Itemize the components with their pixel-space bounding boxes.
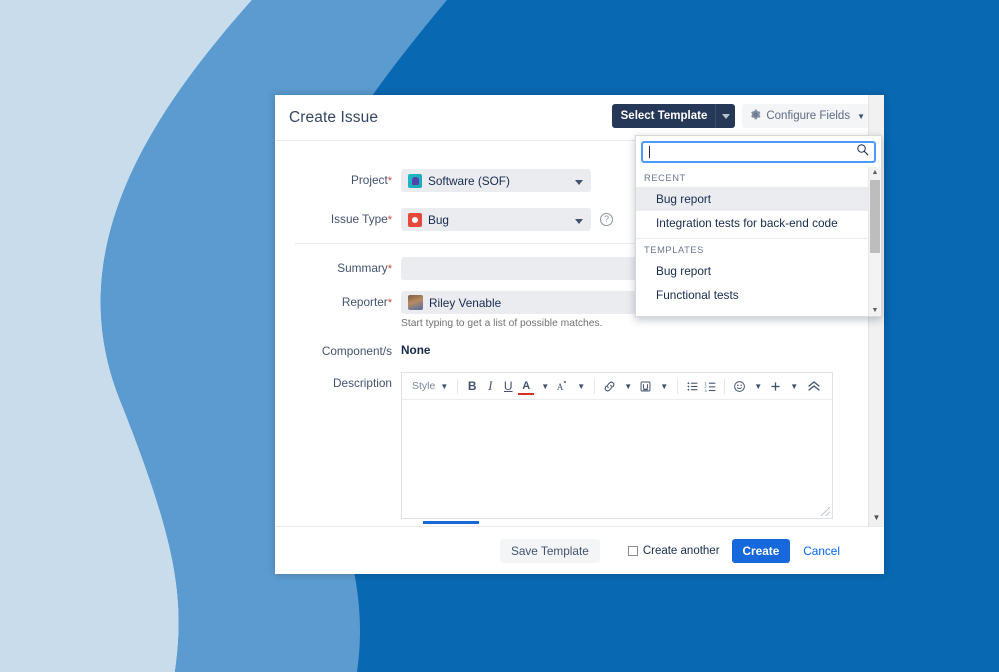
template-dropdown: RECENT Bug report Integration tests for …	[635, 135, 882, 317]
select-template-label: Select Template	[620, 110, 708, 122]
create-another-checkbox[interactable]: Create another	[627, 544, 720, 557]
editor-toolbar: Style ▼ B I U A ▼ A ▼ ▼ ▼ 1 2 3 ▼ ▼	[402, 373, 832, 400]
question-mark-icon[interactable]: ?	[600, 213, 613, 226]
chevron-down-icon	[575, 213, 583, 227]
save-template-button[interactable]: Save Template	[499, 538, 600, 563]
header-actions: Select Template Configure Fields ▼	[611, 104, 873, 128]
description-textarea[interactable]	[402, 400, 832, 518]
link-icon[interactable]	[600, 376, 618, 396]
select-template-button[interactable]: Select Template	[611, 104, 736, 128]
chevron-down-icon[interactable]: ▼	[535, 376, 553, 396]
scrollbar-thumb[interactable]	[870, 180, 880, 253]
create-button[interactable]: Create	[731, 538, 791, 563]
checkbox-box[interactable]	[627, 545, 638, 556]
template-search-input[interactable]	[641, 141, 876, 163]
bold-button[interactable]: B	[463, 376, 481, 396]
issue-type-value: Bug	[428, 212, 449, 227]
resize-handle[interactable]	[821, 507, 830, 516]
list-item[interactable]: Bug report	[636, 187, 881, 211]
toolbar-separator	[457, 378, 459, 394]
configure-fields-button[interactable]: Configure Fields ▼	[742, 104, 873, 128]
text-cursor	[649, 146, 650, 158]
toolbar-separator	[724, 378, 726, 394]
reporter-hint: Start typing to get a list of possible m…	[401, 318, 603, 329]
reporter-value: Riley Venable	[429, 295, 502, 310]
project-avatar-icon	[408, 173, 422, 188]
list-item[interactable]: Bug report	[636, 259, 881, 283]
style-dropdown[interactable]: Style ▼	[408, 376, 452, 396]
list-item[interactable]: Integration tests for back-end code	[636, 211, 881, 235]
active-tab-indicator	[423, 521, 479, 524]
configure-fields-label: Configure Fields	[766, 110, 851, 122]
chevron-up-icon[interactable]	[805, 376, 823, 396]
plus-icon[interactable]	[766, 376, 784, 396]
section-header-templates: TEMPLATES	[644, 245, 704, 255]
field-row-components: Component/s None	[275, 340, 884, 358]
cancel-link[interactable]: Cancel	[803, 544, 840, 558]
emoji-icon[interactable]	[730, 376, 748, 396]
chevron-down-icon[interactable]: ▼	[571, 376, 589, 396]
project-select[interactable]: Software (SOF)	[401, 169, 591, 192]
scroll-down-arrow[interactable]: ▼	[873, 513, 881, 522]
text-color-button[interactable]: A	[517, 376, 535, 396]
chevron-down-icon: ▼	[857, 111, 865, 121]
template-list-scrollbar[interactable]: ▲ ▼	[868, 167, 881, 316]
issue-type-label: Issue Type*	[330, 212, 392, 226]
components-label: Component/s	[321, 344, 392, 358]
template-search-wrap	[636, 136, 881, 167]
dialog-footer: Save Template Create another Create Canc…	[275, 526, 884, 574]
project-value: Software (SOF)	[428, 173, 510, 188]
svg-text:A: A	[557, 382, 564, 392]
description-editor[interactable]: Style ▼ B I U A ▼ A ▼ ▼ ▼ 1 2 3 ▼ ▼	[401, 372, 833, 519]
chevron-down-icon[interactable]: ▼	[784, 376, 802, 396]
search-icon[interactable]	[856, 143, 869, 161]
toolbar-separator	[677, 378, 679, 394]
reporter-label: Reporter*	[341, 295, 392, 309]
chevron-down-icon[interactable]: ▼	[618, 376, 636, 396]
chevron-down-icon	[575, 174, 583, 188]
italic-button[interactable]: I	[481, 376, 499, 396]
components-value: None	[401, 343, 431, 357]
underline-button[interactable]: U	[499, 376, 517, 396]
scroll-up-arrow[interactable]: ▲	[869, 169, 881, 176]
numbered-list-icon[interactable]: 1 2 3	[701, 376, 719, 396]
gear-icon	[750, 109, 761, 123]
scroll-down-arrow[interactable]: ▼	[869, 307, 881, 314]
chevron-down-icon[interactable]: ▼	[748, 376, 766, 396]
toolbar-separator	[594, 378, 596, 394]
summary-label: Summary*	[337, 261, 392, 275]
bullet-list-icon[interactable]	[683, 376, 701, 396]
template-list: RECENT Bug report Integration tests for …	[636, 167, 881, 316]
svg-text:3: 3	[704, 387, 707, 392]
bug-icon	[408, 212, 422, 227]
list-item[interactable]: Functional tests	[636, 283, 881, 307]
page-title: Create Issue	[289, 108, 379, 126]
description-label: Description	[332, 376, 392, 390]
chevron-down-icon[interactable]	[715, 104, 735, 128]
section-header-recent: RECENT	[644, 173, 686, 183]
issue-type-select[interactable]: Bug	[401, 208, 591, 231]
avatar	[408, 295, 423, 310]
chevron-down-icon[interactable]: ▼	[654, 376, 672, 396]
clear-format-button[interactable]: A	[553, 376, 571, 396]
project-label: Project*	[351, 173, 392, 187]
mention-icon[interactable]	[636, 376, 654, 396]
create-another-label: Create another	[642, 544, 720, 557]
field-row-description: Description Style ▼ B I U A ▼ A ▼ ▼ ▼ 1 …	[275, 372, 884, 527]
